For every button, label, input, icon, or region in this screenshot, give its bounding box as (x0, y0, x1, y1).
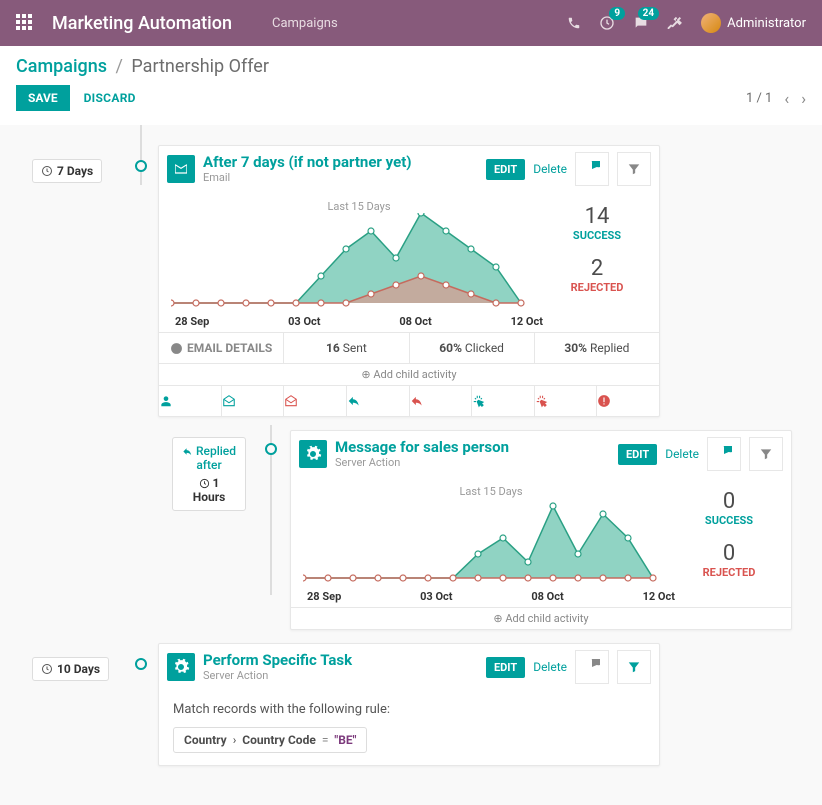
pager-prev[interactable]: ‹ (784, 89, 789, 108)
reply-red-icon[interactable] (410, 386, 473, 416)
email-details-row: EMAIL DETAILS 16 Sent 60% Clicked 30% Re… (159, 332, 659, 363)
delete-button[interactable]: Delete (533, 162, 567, 176)
person-icon[interactable] (159, 386, 222, 416)
user-name: Administrator (727, 16, 806, 31)
filter-text: Match records with the following rule: (173, 702, 645, 717)
gear-icon (167, 653, 195, 681)
avatar (701, 13, 721, 33)
add-child-1[interactable]: Add child activity (159, 363, 659, 385)
topbar: Marketing Automation Campaigns 9 24 Admi… (0, 0, 822, 46)
activity-card-2: Message for sales person Server Action E… (290, 430, 792, 630)
node-1 (135, 160, 147, 172)
breadcrumb-current: Partnership Offer (131, 56, 269, 77)
pager: 1 / 1 ‹ › (746, 89, 806, 108)
filter-tab-icon[interactable] (617, 650, 651, 684)
email-details-label: EMAIL DETAILS (159, 333, 284, 363)
breadcrumb: Campaigns / Partnership Offer (16, 56, 806, 77)
add-child-2[interactable]: Add child activity (291, 607, 791, 629)
subheader: Campaigns / Partnership Offer SAVE DISCA… (0, 46, 822, 125)
app-title: Marketing Automation (52, 13, 232, 34)
settings-icon[interactable] (667, 15, 683, 31)
save-button[interactable]: SAVE (16, 85, 70, 111)
chart-tab-icon[interactable] (707, 437, 741, 471)
clock-badge: 9 (609, 7, 625, 20)
nav-campaigns[interactable]: Campaigns (272, 16, 338, 31)
canvas: 7 Days After 7 days (if not partner yet)… (0, 125, 822, 185)
click-red-icon[interactable] (535, 386, 598, 416)
chart-tab-icon[interactable] (575, 650, 609, 684)
pager-text: 1 / 1 (746, 91, 772, 106)
click-icon[interactable] (472, 386, 535, 416)
activity-2-type: Server Action (335, 456, 509, 469)
activity-1-chart: Last 15 Days 28 Sep03 Oct08 Oct12 Oct (171, 200, 547, 328)
apps-icon[interactable] (16, 14, 34, 32)
discard-button[interactable]: DISCARD (84, 91, 136, 105)
edit-button[interactable]: EDIT (486, 159, 525, 180)
activity-3-title: Perform Specific Task (203, 652, 352, 669)
delete-button[interactable]: Delete (533, 660, 567, 674)
activity-card-1: After 7 days (if not partner yet) Email … (158, 145, 660, 417)
breadcrumb-root[interactable]: Campaigns (16, 56, 107, 77)
activity-1-type: Email (203, 171, 412, 184)
reply-badge: Replied after 1 Hours (172, 437, 246, 511)
reply-icon[interactable] (347, 386, 410, 416)
warning-icon[interactable] (597, 386, 659, 416)
gear-icon (299, 440, 327, 468)
edit-button[interactable]: EDIT (618, 444, 657, 465)
success-count: 14 (547, 204, 647, 229)
time-badge-1: 7 Days (32, 159, 102, 183)
node-2 (265, 443, 277, 455)
mail-open-icon[interactable] (222, 386, 285, 416)
activity-1-title: After 7 days (if not partner yet) (203, 154, 412, 171)
user-menu[interactable]: Administrator (701, 13, 806, 33)
email-icon (167, 155, 195, 183)
node-3 (135, 658, 147, 670)
filter-rule[interactable]: Country › Country Code = "BE" (173, 727, 367, 753)
chat-icon[interactable]: 24 (633, 15, 649, 31)
chat-badge: 24 (638, 7, 659, 20)
filter-tab-icon[interactable] (617, 152, 651, 186)
activity-card-3: Perform Specific Task Server Action EDIT… (158, 643, 660, 766)
phone-icon[interactable] (567, 16, 581, 30)
activity-2-chart: Last 15 Days 28 Sep03 Oct08 Oct12 Oct (303, 485, 679, 603)
delete-button[interactable]: Delete (665, 447, 699, 461)
chart-tab-icon[interactable] (575, 152, 609, 186)
activity-3-type: Server Action (203, 669, 352, 682)
clock-icon[interactable]: 9 (599, 15, 615, 31)
activity-2-title: Message for sales person (335, 439, 509, 456)
mail-closed-icon[interactable] (284, 386, 347, 416)
filter-tab-icon[interactable] (749, 437, 783, 471)
edit-button[interactable]: EDIT (486, 657, 525, 678)
trigger-icons (159, 385, 659, 416)
time-badge-2: 10 Days (32, 657, 109, 681)
rejected-count: 2 (547, 256, 647, 281)
pager-next[interactable]: › (801, 89, 806, 108)
timeline-line (140, 125, 142, 185)
